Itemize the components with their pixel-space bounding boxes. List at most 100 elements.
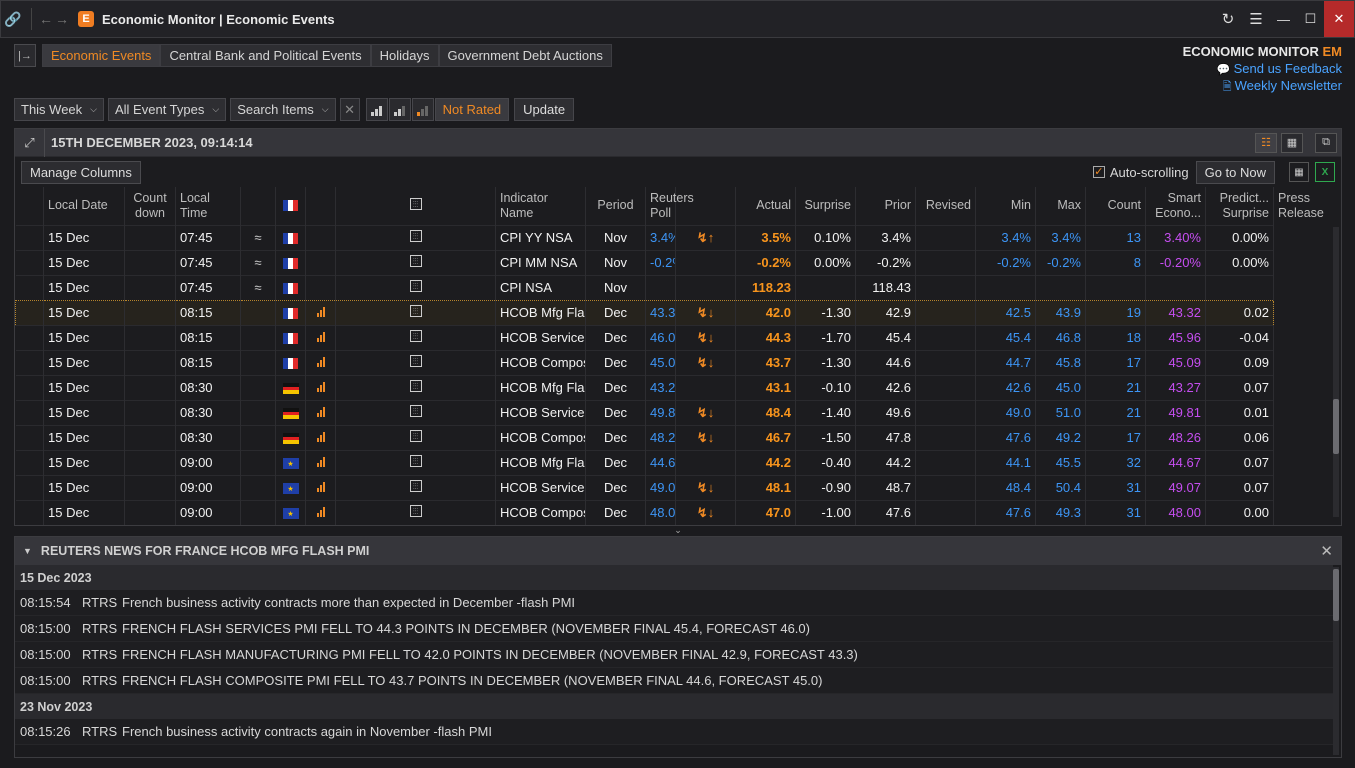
maximize-button[interactable]: ☐ [1297, 1, 1324, 37]
news-headline[interactable]: FRENCH FLASH COMPOSITE PMI FELL TO 43.7 … [122, 673, 1333, 688]
table-row[interactable]: 15 Dec 08:15::::::HCOB Services Flash PMI… [15, 324, 1274, 350]
cell-indicator[interactable]: HCOB Services Flash PMI [495, 474, 586, 500]
cell-indicator[interactable]: CPI MM NSA [495, 249, 586, 275]
cell-calendar[interactable]: :::::: [335, 474, 496, 500]
cell-calendar[interactable]: :::::: [335, 224, 496, 250]
calendar-grid-icon[interactable]: :::::: [409, 480, 422, 492]
news-item[interactable]: 08:15:00 RTRS FRENCH FLASH MANUFACTURING P… [15, 642, 1333, 668]
table-row[interactable]: 15 Dec08:30::::::HCOB Mfg Flash PMIDec43… [15, 374, 1274, 400]
tab-economic-events[interactable]: Economic Events [42, 44, 161, 67]
news-item[interactable]: 08:15:54 RTRS French business activity con… [15, 590, 1333, 616]
update-button[interactable]: Update [514, 98, 575, 121]
cell-indicator[interactable]: CPI YY NSA [495, 224, 586, 250]
cell-indicator[interactable]: HCOB Mfg Flash PMI [495, 299, 586, 326]
col-predicted-surprise[interactable]: Predict... Surprise [1205, 187, 1274, 225]
grid-view-icon[interactable]: ▦ [1281, 132, 1303, 153]
table-row[interactable]: 15 Dec 08:15::::::HCOB Composite Flash ..… [15, 349, 1274, 375]
event-types-dropdown[interactable]: All Event Types ⌵ [108, 98, 227, 121]
col-min[interactable]: Min [975, 187, 1036, 225]
calendar-grid-icon[interactable]: :::::: [409, 430, 422, 442]
excel-export-icon[interactable]: X [1315, 162, 1335, 182]
cell-calendar[interactable]: :::::: [335, 499, 496, 525]
col-max[interactable]: Max [1035, 187, 1086, 225]
close-window-button[interactable]: ✕ [1324, 1, 1354, 37]
col-surprise[interactable]: Surprise [795, 187, 856, 225]
calendar-grid-icon[interactable]: :::::: [409, 280, 422, 292]
close-news-icon[interactable]: ✕ [1320, 542, 1333, 560]
forward-arrow-icon[interactable]: → [54, 11, 70, 27]
table-row[interactable]: 15 Dec 07:45 ≈:::::: CPI NSA Nov 118.23 118.43 [15, 274, 1274, 300]
go-to-now-button[interactable]: Go to Now [1195, 160, 1275, 184]
expand-icon[interactable]: ⤢ [15, 128, 45, 157]
newsletter-link[interactable]: 🗎 Weekly Newsletter [1183, 78, 1342, 97]
cell-indicator[interactable]: HCOB Composite Flash ... [495, 499, 586, 525]
table-row[interactable]: 15 Dec08:15::::::HCOB Mfg Flash PMIDec43… [15, 299, 1274, 326]
not-rated-toggle[interactable]: Not Rated [434, 98, 510, 121]
table-scroll-thumb[interactable] [1333, 399, 1339, 454]
cell-calendar[interactable]: :::::: [335, 424, 496, 450]
cell-calendar[interactable]: :::::: [335, 299, 496, 326]
calendar-grid-icon[interactable]: :::::: [409, 230, 422, 242]
tab-holidays[interactable]: Holidays [370, 44, 439, 67]
calendar-grid-icon[interactable]: :::::: [409, 380, 422, 392]
news-item[interactable]: 08:15:00 RTRS FRENCH FLASH COMPOSITE PMI F… [15, 668, 1333, 694]
cell-calendar[interactable]: :::::: [335, 274, 496, 300]
col-reuters-poll[interactable]: Reuters Poll [645, 187, 694, 225]
popout-icon[interactable]: ⧉ [1315, 132, 1337, 153]
cell-calendar[interactable]: :::::: [335, 399, 496, 425]
news-headline[interactable]: FRENCH FLASH MANUFACTURING PMI FELL TO 4… [122, 647, 1333, 662]
table-row[interactable]: 15 Dec 09:00 ★::::::HCOB Services Flash PM… [15, 474, 1274, 500]
list-view-icon[interactable]: ☷ [1255, 132, 1277, 153]
calendar-grid-icon[interactable]: :::::: [409, 505, 422, 518]
table-row[interactable]: 15 Dec07:45≈::::::CPI MM NSANov-0.2%-0.2… [15, 249, 1274, 275]
cell-indicator[interactable]: HCOB Services Flash PMI [495, 324, 586, 350]
table-row[interactable]: 15 Dec09:00★::::::HCOB Mfg Flash PMIDec4… [15, 449, 1274, 475]
panel-splitter[interactable]: ⌄ [14, 526, 1342, 535]
cell-calendar[interactable]: :::::: [335, 449, 496, 475]
cell-calendar[interactable]: :::::: [335, 324, 496, 350]
cell-indicator[interactable]: HCOB Composite Flash ... [495, 424, 586, 450]
calendar-grid-icon[interactable]: :::::: [409, 405, 422, 417]
news-headline[interactable]: French business activity contracts again… [122, 724, 1333, 739]
table-row[interactable]: 15 Dec 09:00 ★::::::HCOB Composite Flash .… [15, 499, 1274, 525]
col-local-date[interactable]: Local Date [43, 187, 125, 225]
table-scrollbar[interactable] [1333, 227, 1339, 517]
manage-columns-button[interactable]: Manage Columns [21, 160, 141, 184]
link-icon[interactable]: 🔗 [1, 11, 25, 28]
calendar-grid-icon[interactable]: :::::: [409, 455, 422, 467]
cell-indicator[interactable]: HCOB Services Flash PMI [495, 399, 586, 425]
news-scroll-thumb[interactable] [1333, 569, 1339, 621]
cell-indicator[interactable]: HCOB Composite Flash ... [495, 349, 586, 375]
sidebar-toggle-icon[interactable]: |→ [14, 44, 36, 67]
medium-importance-icon[interactable] [388, 98, 411, 121]
col-count[interactable]: Count [1085, 187, 1146, 225]
high-importance-icon[interactable] [365, 98, 388, 121]
search-items-dropdown[interactable]: Search Items ⌵ [230, 98, 336, 121]
col-period[interactable]: Period [585, 187, 646, 225]
cell-indicator[interactable]: CPI NSA [495, 274, 586, 300]
cell-indicator[interactable]: HCOB Mfg Flash PMI [495, 449, 586, 475]
col-indicator[interactable]: Indicator Name [495, 187, 586, 225]
cell-indicator[interactable]: HCOB Mfg Flash PMI [495, 374, 586, 400]
news-scrollbar[interactable] [1333, 567, 1339, 755]
col-revised[interactable]: Revised [915, 187, 976, 225]
calendar-grid-icon[interactable]: :::::: [409, 255, 422, 267]
tab-central-bank[interactable]: Central Bank and Political Events [160, 44, 371, 67]
calendar-grid-icon[interactable]: :::::: [409, 305, 422, 317]
cell-calendar[interactable]: :::::: [335, 349, 496, 375]
refresh-icon[interactable]: ↻ [1214, 10, 1242, 28]
table-row[interactable]: 15 Dec07:45≈::::::CPI YY NSANov3.4%↯↑3.5… [15, 224, 1274, 250]
period-dropdown[interactable]: This Week ⌵ [14, 98, 104, 121]
news-item[interactable]: 08:15:26 RTRS French business activity con… [15, 719, 1333, 745]
table-row[interactable]: 15 Dec 08:30::::::HCOB Services Flash PMI… [15, 399, 1274, 425]
news-headline[interactable]: French business activity contracts more … [122, 595, 1333, 610]
calendar-grid-icon[interactable]: :::::: [409, 330, 422, 342]
col-local-time[interactable]: Local Time [175, 187, 241, 225]
tab-government-debt[interactable]: Government Debt Auctions [438, 44, 612, 67]
col-countdown[interactable]: Count down [124, 187, 176, 225]
col-prior[interactable]: Prior [855, 187, 916, 225]
menu-icon[interactable]: ☰ [1242, 10, 1270, 28]
clear-search-icon[interactable]: ✕ [339, 98, 360, 121]
news-headline[interactable]: FRENCH FLASH SERVICES PMI FELL TO 44.3 P… [122, 621, 1333, 636]
feedback-link[interactable]: 💬 Send us Feedback [1183, 61, 1342, 76]
